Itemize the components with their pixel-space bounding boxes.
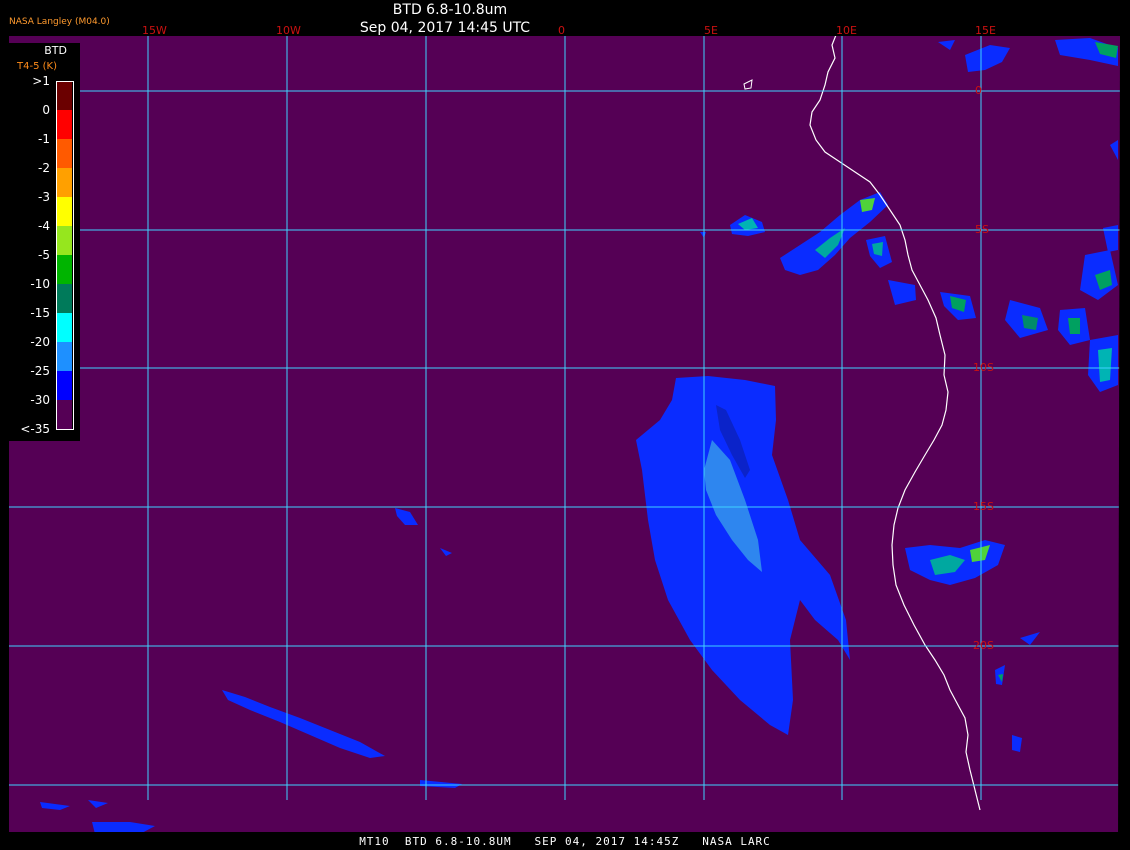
legend-frame	[56, 81, 74, 430]
right-edge	[1118, 36, 1130, 850]
lat-label-0: 0	[975, 84, 982, 97]
color-legend: BTD T4-5 (K) >1 0 -1 -2 -3 -4 -5 -10 -15 -20 -25 -3…	[9, 43, 80, 441]
lon-label-10w: 10W	[276, 24, 301, 37]
legend-tick-label: -20	[30, 335, 50, 349]
lon-label-0: 0	[558, 24, 565, 37]
legend-tick-label: -4	[38, 219, 50, 233]
lon-label-15e: 15E	[975, 24, 996, 37]
left-edge	[0, 36, 9, 850]
legend-title: BTD	[44, 44, 67, 57]
lat-label-10s: 10S	[973, 361, 994, 374]
legend-tick-label: -5	[38, 248, 50, 262]
lat-label-20s: 20S	[973, 639, 994, 652]
legend-tick-label: -15	[30, 306, 50, 320]
satellite-map: 15W 10W 0 5E 10E 15E 0 5S 10S 15S 20S	[0, 0, 1130, 850]
legend-subtitle: T4-5 (K)	[17, 61, 57, 72]
product-title: BTD 6.8-10.8um	[392, 2, 508, 18]
legend-tick-label: <-35	[20, 422, 50, 436]
legend-tick-label: -2	[38, 161, 50, 175]
legend-tick-label: -1	[38, 132, 50, 146]
legend-tick-label: -10	[30, 277, 50, 291]
legend-tick-label: -30	[30, 393, 50, 407]
product-datetime: Sep 04, 2017 14:45 UTC	[359, 20, 531, 36]
legend-tick-label: -25	[30, 364, 50, 378]
lon-label-5e: 5E	[704, 24, 718, 37]
top-band	[0, 0, 1130, 36]
legend-tick-label: -3	[38, 190, 50, 204]
lat-label-5s: 5S	[975, 223, 989, 236]
lat-label-15s: 15S	[973, 500, 994, 513]
legend-tick-label: 0	[42, 103, 50, 117]
lon-label-15w: 15W	[142, 24, 167, 37]
footer-label: MT10 BTD 6.8-10.8UM SEP 04, 2017 14:45Z …	[359, 835, 771, 848]
credit-label: NASA Langley (M04.0)	[9, 17, 110, 27]
lon-label-10e: 10E	[836, 24, 857, 37]
legend-tick-label: >1	[32, 74, 50, 88]
